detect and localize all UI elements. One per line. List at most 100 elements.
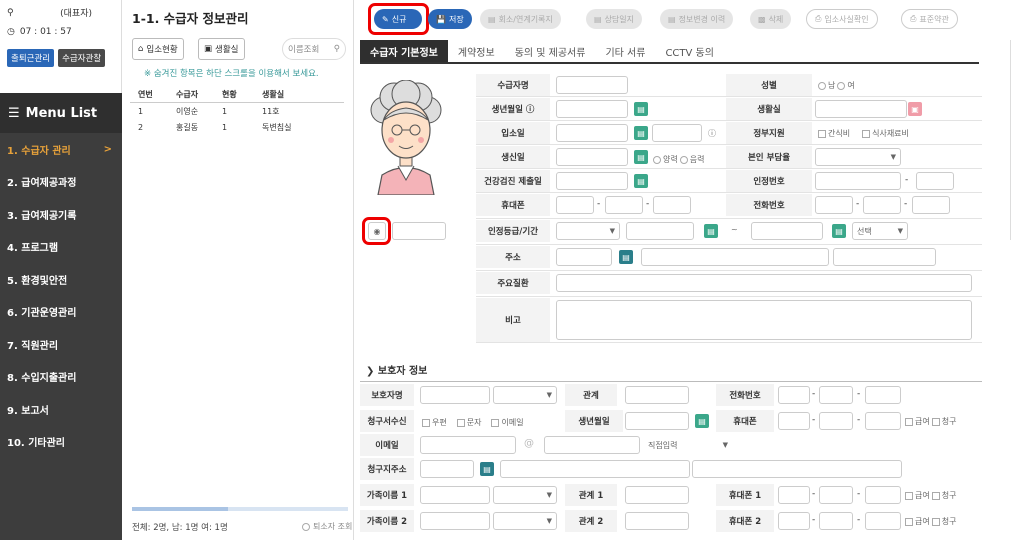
birth-field[interactable] bbox=[556, 100, 628, 118]
phone-1[interactable] bbox=[815, 196, 853, 214]
bed-icon[interactable]: ▣ bbox=[908, 102, 922, 116]
note-field[interactable] bbox=[556, 300, 972, 340]
calendar-icon[interactable]: ▤ bbox=[832, 224, 846, 238]
admit-field[interactable] bbox=[556, 124, 628, 142]
menu-item[interactable]: 10. 기타관리 bbox=[0, 426, 122, 459]
meal-checkbox[interactable] bbox=[862, 129, 871, 138]
billing-address-detail[interactable] bbox=[692, 460, 902, 478]
retired-filter[interactable]: 퇴소자 조회 bbox=[302, 521, 352, 532]
grade-start-field[interactable] bbox=[626, 222, 694, 240]
fam1-pay-claim[interactable]: 급여 청구 bbox=[905, 490, 956, 501]
menu-item[interactable]: 6. 기관운영관리 bbox=[0, 296, 122, 329]
lunar-radio[interactable] bbox=[653, 155, 661, 164]
guardian-birth-field[interactable] bbox=[625, 412, 689, 430]
tab-contract[interactable]: 계약정보 bbox=[448, 40, 505, 62]
guardian-phone-3[interactable] bbox=[865, 386, 901, 404]
mob1-1[interactable] bbox=[778, 486, 810, 504]
birthday-field[interactable] bbox=[556, 148, 628, 166]
health-field[interactable] bbox=[556, 172, 628, 190]
calendar-icon[interactable]: ▤ bbox=[634, 102, 648, 116]
menu-item[interactable]: 3. 급여제공기록 bbox=[0, 198, 122, 231]
scrollbar-thumb[interactable] bbox=[132, 507, 228, 511]
mob2-1[interactable] bbox=[778, 512, 810, 530]
email-checkbox[interactable] bbox=[491, 418, 500, 427]
disease-field[interactable] bbox=[556, 274, 972, 292]
address-detail-field[interactable] bbox=[833, 248, 936, 266]
pay-checkbox[interactable] bbox=[905, 417, 913, 426]
mobile-3[interactable] bbox=[653, 196, 691, 214]
calendar-icon[interactable]: ▤ bbox=[704, 224, 718, 238]
claim-checkbox[interactable] bbox=[931, 491, 940, 500]
email-domain-select[interactable]: 직접입력 ▼ bbox=[644, 436, 732, 454]
table-row[interactable]: 1 이영순 1 11호 bbox=[130, 103, 344, 119]
pay-claim-checks[interactable]: 급여 청구 bbox=[905, 416, 956, 427]
horizontal-scrollbar[interactable] bbox=[132, 507, 348, 511]
menu-item[interactable]: 8. 수입지출관리 bbox=[0, 361, 122, 394]
phone-3[interactable] bbox=[912, 196, 950, 214]
fam2-select[interactable]: ▼ bbox=[493, 512, 557, 530]
calendar-icon[interactable]: ▤ bbox=[634, 126, 648, 140]
guardian-phone-1[interactable] bbox=[778, 386, 810, 404]
fam2-pay-claim[interactable]: 급여 청구 bbox=[905, 516, 956, 527]
claim-checkbox[interactable] bbox=[931, 517, 940, 526]
mobile-1[interactable] bbox=[556, 196, 594, 214]
rel-field[interactable] bbox=[625, 386, 689, 404]
fam1-select[interactable]: ▼ bbox=[493, 486, 557, 504]
menu-item[interactable]: 5. 환경및안전 bbox=[0, 263, 122, 296]
delete-button[interactable]: ▩ 삭제 bbox=[750, 9, 792, 29]
fam2-name-field[interactable] bbox=[420, 512, 490, 530]
mobile-2[interactable] bbox=[605, 196, 643, 214]
billing-address-field[interactable] bbox=[500, 460, 690, 478]
room-button[interactable]: ▣ 생활실 bbox=[198, 38, 245, 60]
save-button[interactable]: 💾 저장 bbox=[428, 9, 472, 29]
table-row[interactable]: 2 홍길동 1 독변침실 bbox=[130, 119, 344, 135]
rel2-field[interactable] bbox=[625, 512, 689, 530]
observation-button[interactable]: 수급자관찰 bbox=[58, 49, 106, 67]
guardian-mobile-1[interactable] bbox=[778, 412, 810, 430]
counsel-log-button[interactable]: ▤ 상담일지 bbox=[586, 9, 643, 29]
cert-field-2[interactable] bbox=[916, 172, 954, 190]
linked-record-button[interactable]: ▤ 회소/연계기록지 bbox=[480, 9, 561, 29]
attendance-button[interactable]: 출퇴근관리 bbox=[7, 49, 55, 67]
menu-item[interactable]: 9. 보고서 bbox=[0, 393, 122, 426]
email-domain-field[interactable] bbox=[544, 436, 640, 454]
tab-consent[interactable]: 동의 및 제공서류 bbox=[505, 40, 596, 62]
mob2-2[interactable] bbox=[819, 512, 853, 530]
fam1-name-field[interactable] bbox=[420, 486, 490, 504]
grade-end-field[interactable] bbox=[751, 222, 823, 240]
help-icon[interactable]: ⓘ bbox=[708, 128, 716, 139]
address-field[interactable] bbox=[641, 248, 829, 266]
guardian-mobile-2[interactable] bbox=[819, 412, 853, 430]
female-radio[interactable] bbox=[837, 81, 846, 90]
change-history-button[interactable]: ▤ 정보변경 이력 bbox=[660, 9, 734, 29]
gender-radios[interactable]: 남여 bbox=[818, 80, 855, 91]
menu-item[interactable]: 1. 수급자 관리 > bbox=[0, 133, 122, 166]
admission-confirm-button[interactable]: ⎙ 입소사실확인 bbox=[806, 9, 878, 29]
mob2-3[interactable] bbox=[865, 512, 901, 530]
guardian-name-field[interactable] bbox=[420, 386, 490, 404]
claim-checkbox[interactable] bbox=[931, 417, 940, 426]
tab-basic-info[interactable]: 수급자 기본정보 bbox=[360, 40, 448, 62]
guardian-phone-2[interactable] bbox=[819, 386, 853, 404]
snack-checkbox[interactable] bbox=[818, 129, 826, 138]
name-search-button[interactable]: 이름조회 ⚲ bbox=[282, 38, 346, 60]
name-field[interactable] bbox=[556, 76, 628, 94]
zip-field[interactable] bbox=[556, 248, 612, 266]
pay-checkbox[interactable] bbox=[905, 491, 913, 500]
address-search-icon[interactable]: ▤ bbox=[480, 462, 494, 476]
rel1-field[interactable] bbox=[625, 486, 689, 504]
guardian-name-select[interactable]: ▼ bbox=[493, 386, 557, 404]
sms-checkbox[interactable] bbox=[456, 418, 465, 427]
calendar-icon[interactable]: ▤ bbox=[634, 174, 648, 188]
retired-radio[interactable] bbox=[302, 522, 310, 531]
male-radio[interactable] bbox=[818, 81, 826, 90]
billing-zip-field[interactable] bbox=[420, 460, 474, 478]
calendar-type-radios[interactable]: 양력 음력 bbox=[653, 154, 704, 165]
tab-cctv[interactable]: CCTV 동의 bbox=[655, 40, 724, 62]
post-checkbox[interactable] bbox=[422, 418, 430, 427]
menu-item[interactable]: 2. 급여제공과정 bbox=[0, 166, 122, 199]
pay-checkbox[interactable] bbox=[905, 517, 913, 526]
mob1-2[interactable] bbox=[819, 486, 853, 504]
gov-support-checks[interactable]: 간식비 식사재료비 bbox=[818, 128, 909, 139]
mob1-3[interactable] bbox=[865, 486, 901, 504]
